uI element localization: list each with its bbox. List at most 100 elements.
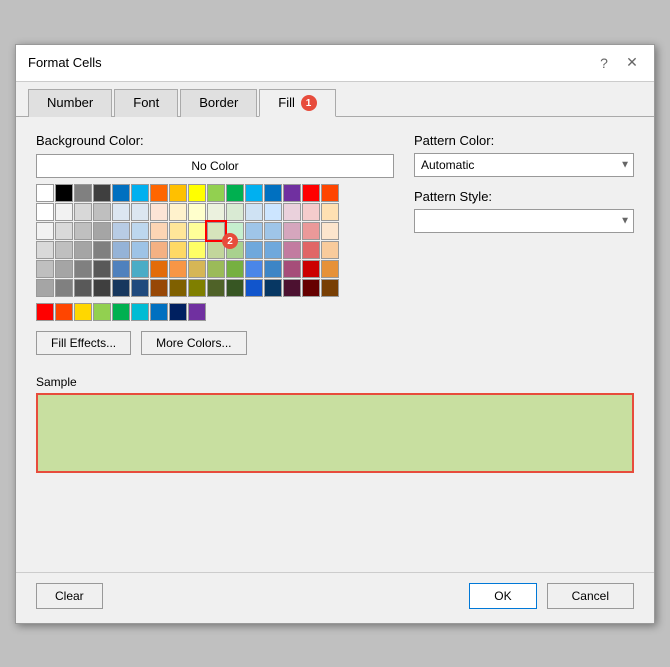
color-swatch[interactable] [245,260,263,278]
color-swatch[interactable] [36,203,54,221]
color-swatch[interactable] [264,184,282,202]
color-swatch[interactable] [36,241,54,259]
color-swatch[interactable] [112,260,130,278]
tab-border[interactable]: Border [180,89,257,118]
color-swatch[interactable] [207,260,225,278]
extra-color-swatch[interactable] [93,303,111,321]
color-swatch[interactable] [321,184,339,202]
close-button[interactable]: ✕ [622,53,642,73]
color-swatch[interactable] [264,203,282,221]
clear-button[interactable]: Clear [36,583,103,609]
extra-color-swatch[interactable] [169,303,187,321]
color-swatch[interactable] [245,241,263,259]
color-swatch[interactable] [302,203,320,221]
color-swatch[interactable] [74,184,92,202]
color-swatch[interactable] [302,184,320,202]
color-swatch[interactable] [93,241,111,259]
color-swatch[interactable] [264,241,282,259]
color-swatch[interactable] [321,222,339,240]
color-swatch[interactable] [36,222,54,240]
color-swatch[interactable] [302,222,320,240]
color-swatch[interactable] [169,260,187,278]
color-swatch[interactable] [226,203,244,221]
color-swatch[interactable] [321,241,339,259]
color-swatch[interactable] [321,260,339,278]
color-swatch[interactable] [245,203,263,221]
color-swatch[interactable] [131,222,149,240]
color-swatch[interactable] [245,279,263,297]
color-swatch[interactable] [302,260,320,278]
color-swatch[interactable] [188,203,206,221]
color-swatch[interactable] [93,279,111,297]
color-swatch[interactable] [226,279,244,297]
cancel-button[interactable]: Cancel [547,583,634,609]
color-swatch[interactable] [36,184,54,202]
color-swatch[interactable] [169,222,187,240]
pattern-color-select[interactable]: Automatic [414,153,634,177]
color-swatch[interactable] [93,260,111,278]
color-swatch[interactable] [283,260,301,278]
ok-button[interactable]: OK [469,583,536,609]
color-swatch[interactable] [283,203,301,221]
color-swatch[interactable] [55,184,73,202]
color-swatch[interactable] [55,222,73,240]
tab-font[interactable]: Font [114,89,178,118]
color-swatch[interactable] [112,279,130,297]
color-swatch[interactable] [264,222,282,240]
extra-color-swatch[interactable] [188,303,206,321]
color-swatch[interactable] [112,203,130,221]
color-swatch[interactable] [188,222,206,240]
color-swatch[interactable] [226,260,244,278]
color-swatch[interactable] [74,241,92,259]
color-swatch[interactable] [207,222,225,240]
color-swatch[interactable] [93,184,111,202]
extra-color-swatch[interactable] [150,303,168,321]
color-swatch[interactable] [207,279,225,297]
color-swatch[interactable] [55,279,73,297]
color-swatch[interactable] [93,203,111,221]
color-swatch[interactable] [245,184,263,202]
tab-fill[interactable]: Fill 1 [259,89,335,118]
pattern-style-select[interactable] [414,209,634,233]
color-swatch[interactable] [55,203,73,221]
color-swatch[interactable] [283,222,301,240]
more-colors-button[interactable]: More Colors... [141,331,246,355]
color-swatch[interactable] [93,222,111,240]
extra-color-swatch[interactable] [112,303,130,321]
color-swatch[interactable] [302,241,320,259]
color-swatch[interactable] [131,241,149,259]
color-swatch[interactable] [150,279,168,297]
extra-color-swatch[interactable] [74,303,92,321]
color-swatch[interactable] [283,241,301,259]
color-swatch[interactable] [112,241,130,259]
color-swatch[interactable] [302,279,320,297]
extra-color-swatch[interactable] [131,303,149,321]
color-swatch[interactable] [264,260,282,278]
color-swatch[interactable] [131,260,149,278]
help-button[interactable]: ? [594,53,614,73]
color-swatch[interactable] [207,184,225,202]
color-swatch[interactable] [321,203,339,221]
extra-color-swatch[interactable] [55,303,73,321]
color-swatch[interactable] [150,241,168,259]
color-swatch[interactable] [131,203,149,221]
color-swatch[interactable] [36,260,54,278]
color-swatch[interactable] [131,279,149,297]
color-swatch[interactable] [207,203,225,221]
color-swatch[interactable] [112,222,130,240]
color-swatch[interactable] [74,279,92,297]
color-swatch[interactable] [74,222,92,240]
color-swatch[interactable] [188,184,206,202]
color-swatch[interactable] [55,241,73,259]
color-swatch[interactable] [283,279,301,297]
tab-number[interactable]: Number [28,89,112,118]
color-swatch[interactable] [169,203,187,221]
color-swatch[interactable] [245,222,263,240]
color-swatch[interactable] [36,279,54,297]
color-swatch[interactable] [169,279,187,297]
extra-color-swatch[interactable] [36,303,54,321]
color-swatch[interactable] [169,241,187,259]
color-swatch[interactable] [188,260,206,278]
color-swatch[interactable] [150,222,168,240]
color-swatch[interactable] [226,184,244,202]
